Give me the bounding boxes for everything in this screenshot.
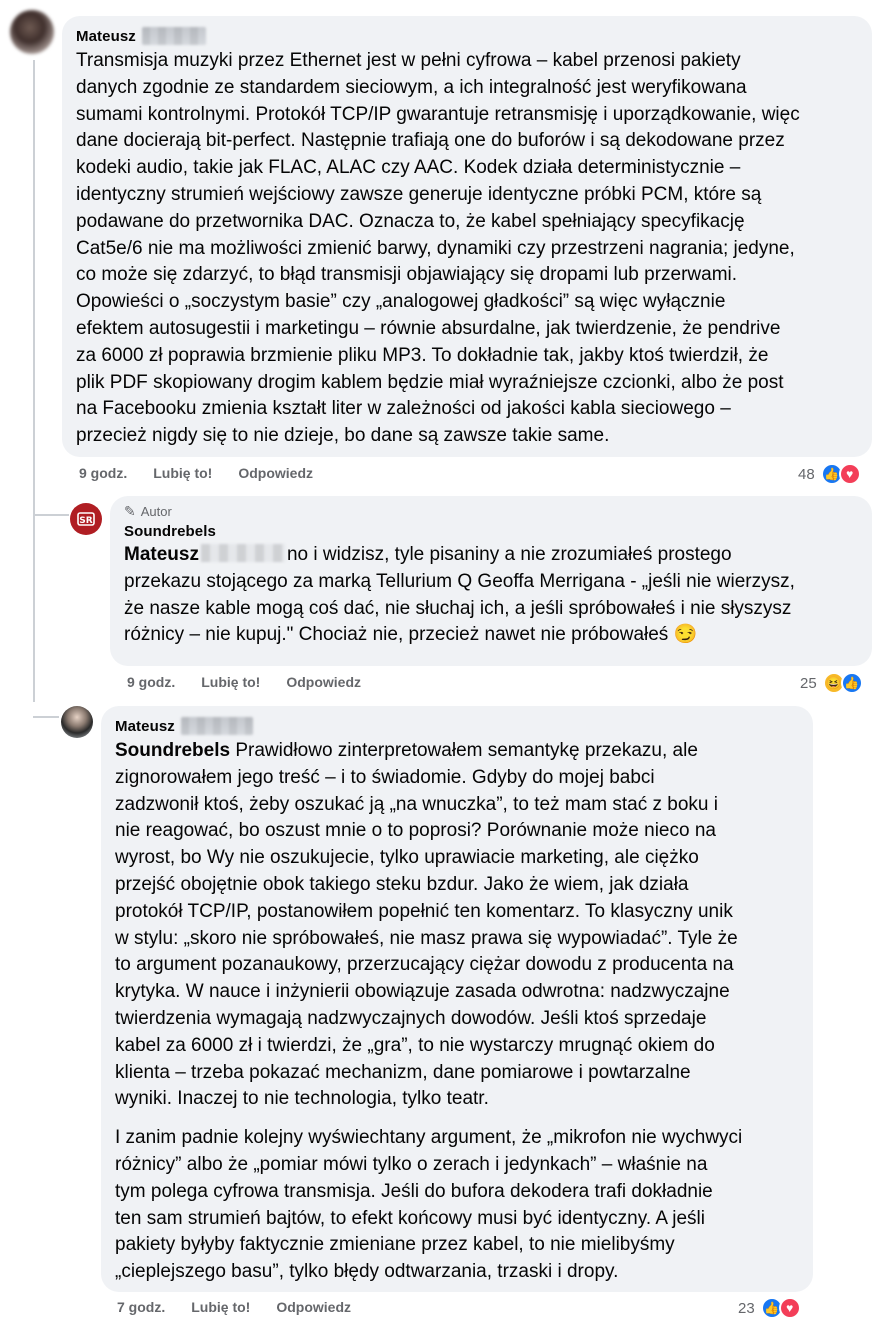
thread-line-branch-1	[33, 514, 69, 516]
reply-button[interactable]: Odpowiedz	[238, 465, 313, 481]
like-icon: 👍	[840, 672, 863, 694]
reaction-count: 23	[738, 1299, 755, 1317]
comment-time[interactable]: 9 godz.	[79, 465, 127, 481]
redacted-surname	[141, 27, 206, 45]
mention-tag[interactable]: Mateusz	[124, 544, 199, 565]
comment-time[interactable]: 7 godz.	[117, 1299, 165, 1315]
page-avatar-logo[interactable]: SR	[70, 503, 102, 535]
comment-bubble: ✎ Autor Soundrebels Mateusz no i widzisz,…	[110, 496, 872, 666]
avatar[interactable]	[10, 10, 54, 54]
reaction-summary[interactable]: 48 👍 ♥	[798, 463, 861, 485]
comment-author[interactable]: Mateusz	[76, 28, 136, 45]
comment-author[interactable]: Soundrebels	[124, 523, 216, 540]
love-icon: ♥	[838, 463, 861, 485]
comment-time[interactable]: 9 godz.	[127, 674, 175, 690]
soundrebels-logo-icon: SR	[77, 512, 95, 526]
comment-actions: 7 godz. Lubię to! Odpowiedz	[117, 1299, 377, 1315]
like-button[interactable]: Lubię to!	[191, 1299, 250, 1315]
comment-actions: 9 godz. Lubię to! Odpowiedz	[79, 465, 339, 481]
like-button[interactable]: Lubię to!	[201, 674, 260, 690]
comment-text: Mateusz no i widzisz, tyle pisaniny a nie…	[124, 544, 795, 646]
thread-line-branch-2	[33, 716, 59, 718]
like-button[interactable]: Lubię to!	[153, 465, 212, 481]
reply-button[interactable]: Odpowiedz	[276, 1299, 351, 1315]
author-badge-label: Autor	[140, 503, 172, 519]
comment-text: Soundrebels Prawidłowo zinterpretowałem …	[115, 740, 738, 1110]
reaction-summary[interactable]: 23 👍 ♥	[738, 1297, 801, 1319]
comment-actions: 9 godz. Lubię to! Odpowiedz	[127, 674, 387, 690]
reaction-count: 25	[800, 674, 817, 692]
comment-bubble: Mateusz Transmisja muzyki przez Ethernet…	[62, 16, 872, 457]
reply-button[interactable]: Odpowiedz	[286, 674, 361, 690]
reaction-count: 48	[798, 465, 815, 483]
svg-text:SR: SR	[79, 516, 92, 526]
reaction-summary[interactable]: 25 😆 👍	[800, 672, 863, 694]
comment-author[interactable]: Mateusz	[115, 718, 175, 735]
love-icon: ♥	[778, 1297, 801, 1319]
comment-text-paragraph-2: I zanim padnie kolejny wyświechtany argu…	[115, 1127, 743, 1283]
redacted-surname	[200, 544, 285, 562]
avatar[interactable]	[61, 706, 93, 738]
comment-text: Transmisja muzyki przez Ethernet jest w …	[76, 50, 800, 447]
thread-line-main	[33, 60, 35, 702]
redacted-surname	[180, 717, 253, 735]
pencil-icon: ✎	[124, 502, 136, 519]
comment-bubble: Mateusz Soundrebels Prawidłowo zinterpre…	[101, 706, 813, 1292]
author-badge: ✎ Autor	[124, 502, 858, 520]
mention-tag[interactable]: Soundrebels	[115, 740, 230, 761]
